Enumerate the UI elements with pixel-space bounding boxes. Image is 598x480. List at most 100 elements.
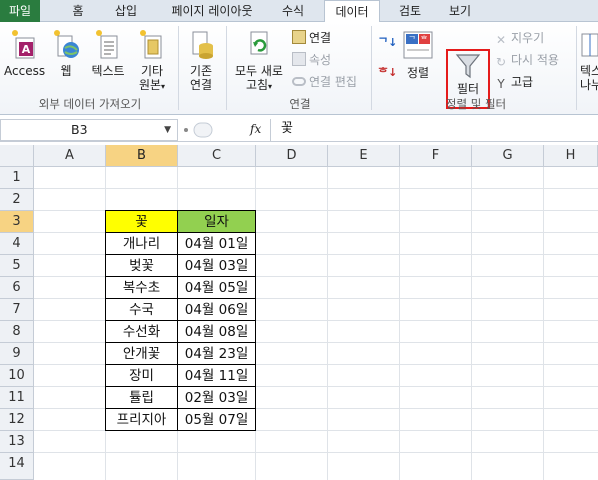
refresh-icon (250, 31, 268, 55)
row-header-1[interactable]: 1 (0, 167, 34, 189)
name-box[interactable]: B3 ▼ (0, 119, 178, 141)
cell-b4[interactable]: 개나리 (105, 232, 178, 255)
column-header-f[interactable]: F (400, 145, 472, 167)
column-header-d[interactable]: D (256, 145, 328, 167)
svg-text:ᄀ: ᄀ (408, 35, 415, 44)
sort-button[interactable]: ᄀ ᄒ 정렬 (400, 30, 436, 80)
sort-descending-icon: ᄒ↓ (378, 66, 398, 79)
cell-c9[interactable]: 04월 23일 (177, 342, 256, 365)
refresh-all-label: 모두 새로 (235, 64, 283, 78)
ribbon-separator (178, 26, 179, 110)
cell-b3[interactable]: 꽃 (105, 210, 178, 233)
text-button[interactable]: 텍스트 (86, 28, 130, 78)
text-file-icon (96, 30, 118, 59)
row-header-8[interactable]: 8 (0, 321, 34, 343)
row-header-3[interactable]: 3 (0, 211, 34, 233)
cell-c12[interactable]: 05월 07일 (177, 408, 256, 431)
name-box-value: B3 (71, 122, 88, 137)
advanced-filter-icon: Y (497, 77, 505, 91)
filter-button[interactable]: 필터 (448, 52, 488, 96)
tab-review[interactable]: 검토 (390, 0, 430, 22)
sort-icon: ᄀ ᄒ (403, 31, 433, 59)
row-header-14[interactable]: 14 (0, 453, 34, 480)
formula-input[interactable]: 꽃 (270, 119, 598, 141)
group-label-external-data: 외부 데이터 가져오기 (38, 97, 142, 111)
other-sources-button[interactable]: 기타 원본▾ (134, 28, 170, 94)
edit-links-button[interactable]: 연결 편집 (292, 74, 357, 90)
tab-data[interactable]: 데이터 (324, 0, 380, 23)
row-header-4[interactable]: 4 (0, 233, 34, 255)
row-header-12[interactable]: 12 (0, 409, 34, 431)
row-header-2[interactable]: 2 (0, 189, 34, 211)
connections-icon (292, 30, 306, 44)
column-header-e[interactable]: E (328, 145, 400, 167)
column-header-h[interactable]: H (544, 145, 598, 167)
cell-b9[interactable]: 안개꽃 (105, 342, 178, 365)
row-header-6[interactable]: 6 (0, 277, 34, 299)
cell-b8[interactable]: 수선화 (105, 320, 178, 343)
cell-c8[interactable]: 04월 08일 (177, 320, 256, 343)
cell-c11[interactable]: 02월 03일 (177, 386, 256, 409)
gridline (34, 188, 598, 189)
worksheet-grid[interactable]: A B C D E F G H 1 2 3 4 5 6 7 8 9 10 11 … (0, 145, 598, 480)
refresh-all-label-2: 고침 (245, 78, 269, 92)
properties-icon (292, 52, 306, 66)
web-button[interactable]: 웹 (50, 28, 82, 78)
cell-b5[interactable]: 벚꽃 (105, 254, 178, 277)
connections-button[interactable]: 연결 (292, 30, 331, 46)
column-header-a[interactable]: A (34, 145, 106, 167)
sort-ascending-button[interactable]: ᄀ↓ (378, 34, 397, 51)
row-header-11[interactable]: 11 (0, 387, 34, 409)
column-header-b[interactable]: B (106, 145, 178, 167)
cell-b12[interactable]: 프리지아 (105, 408, 178, 431)
refresh-all-button[interactable]: 모두 새로 고침▾ (230, 28, 288, 94)
text-to-columns-label: 텍스 (580, 64, 598, 78)
tab-file[interactable]: 파일 (0, 0, 40, 22)
edit-links-label: 연결 편집 (309, 75, 357, 89)
cell-c7[interactable]: 04월 06일 (177, 298, 256, 321)
access-button[interactable]: A Access (4, 28, 45, 78)
text-to-columns-label-2: 나누 (580, 78, 598, 92)
sort-label: 정렬 (406, 66, 430, 80)
cell-b6[interactable]: 복수초 (105, 276, 178, 299)
clear-button[interactable]: ✕ 지우기 (494, 30, 544, 47)
tab-home[interactable]: 홈 (58, 0, 98, 22)
cell-c5[interactable]: 04월 03일 (177, 254, 256, 277)
tab-insert[interactable]: 삽입 (104, 0, 148, 22)
properties-button[interactable]: 속성 (292, 52, 331, 68)
column-header-g[interactable]: G (472, 145, 544, 167)
fx-icon[interactable]: fx (250, 122, 261, 136)
cell-c6[interactable]: 04월 05일 (177, 276, 256, 299)
svg-text:ᄒ: ᄒ (420, 35, 427, 44)
cell-b10[interactable]: 장미 (105, 364, 178, 387)
text-to-columns-button[interactable]: 텍스 나누 (580, 28, 598, 92)
cell-c10[interactable]: 04월 11일 (177, 364, 256, 387)
gridline (327, 167, 328, 480)
column-header-c[interactable]: C (178, 145, 256, 167)
tab-formulas[interactable]: 수식 (272, 0, 314, 22)
reapply-button[interactable]: ↻ 다시 적용 (494, 52, 559, 69)
row-header-7[interactable]: 7 (0, 299, 34, 321)
row-header-5[interactable]: 5 (0, 255, 34, 277)
row-header-13[interactable]: 13 (0, 431, 34, 453)
existing-connections-label-2: 연결 (189, 78, 213, 92)
globe-icon (54, 30, 79, 58)
other-sources-icon (140, 30, 162, 59)
tab-view[interactable]: 보기 (440, 0, 480, 22)
row-header-10[interactable]: 10 (0, 365, 34, 387)
cell-b7[interactable]: 수국 (105, 298, 178, 321)
existing-connections-button[interactable]: 기존 연결 (182, 28, 220, 92)
sort-descending-button[interactable]: ᄒ↓ (378, 64, 397, 81)
cell-c3[interactable]: 일자 (177, 210, 256, 233)
cell-c4[interactable]: 04월 01일 (177, 232, 256, 255)
chevron-down-icon[interactable]: ▼ (164, 120, 171, 140)
existing-connections-label: 기존 (189, 64, 213, 78)
cell-b11[interactable]: 튤립 (105, 386, 178, 409)
ribbon-separator (576, 26, 577, 110)
select-all-corner[interactable] (0, 145, 34, 167)
gridline (34, 452, 598, 453)
advanced-button[interactable]: Y 고급 (494, 74, 533, 91)
ribbon-separator (226, 26, 227, 110)
tab-page-layout[interactable]: 페이지 레이아웃 (158, 0, 266, 22)
row-header-9[interactable]: 9 (0, 343, 34, 365)
